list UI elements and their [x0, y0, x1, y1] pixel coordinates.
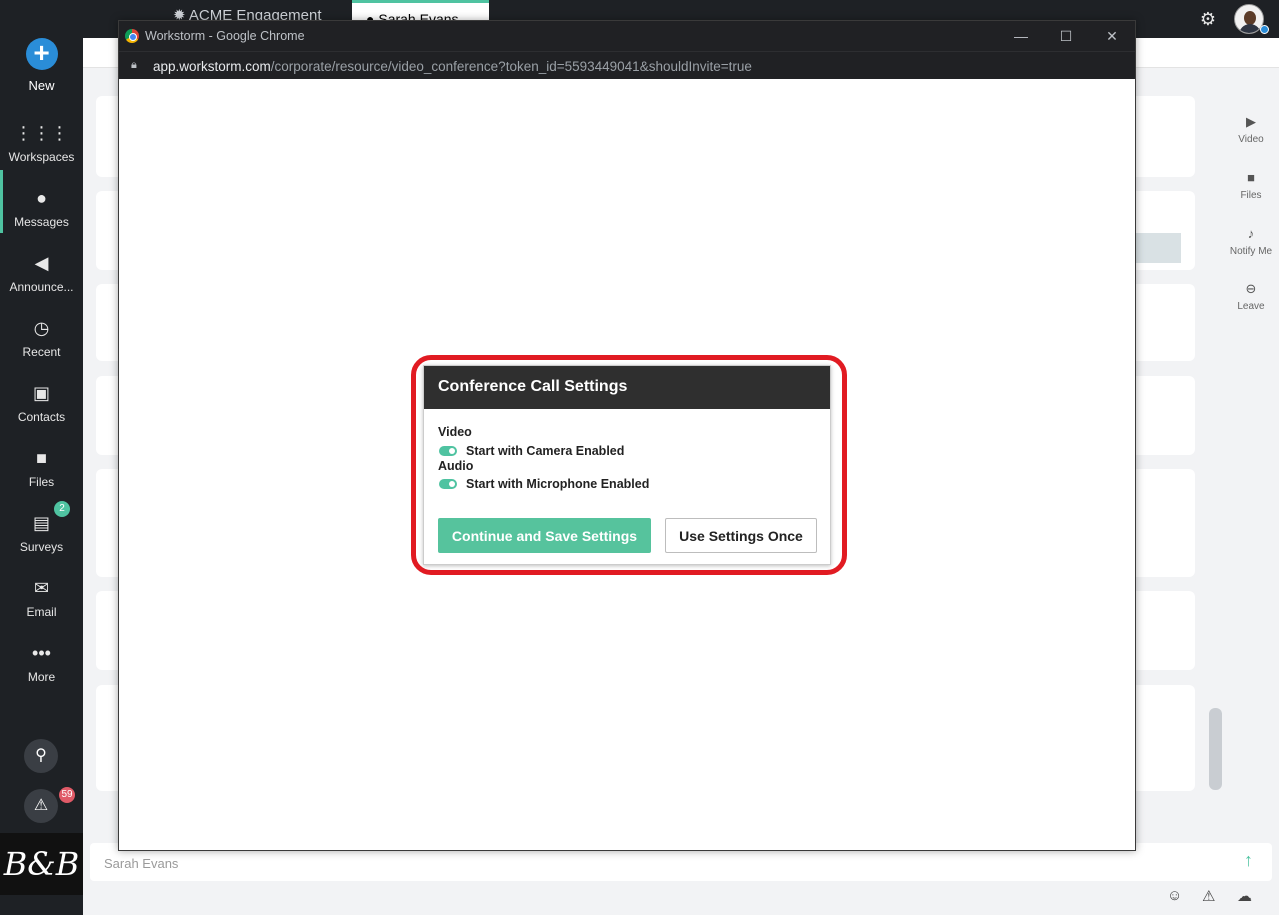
- chrome-logo-icon: [125, 29, 139, 43]
- url-host: app.workstorm.com: [153, 59, 271, 74]
- notify-label: Notify Me: [1229, 246, 1273, 257]
- sidebar-item-workspaces[interactable]: ⋮⋮⋮ Workspaces: [0, 122, 83, 164]
- sidebar-item-more[interactable]: ••• More: [0, 642, 83, 684]
- alerts-button[interactable]: ⚠: [24, 789, 58, 823]
- tab-conversation[interactable]: ● Sarah Evans: [352, 0, 489, 22]
- clipboard-icon: ▤: [32, 513, 50, 533]
- microphone-toggle-label: Start with Microphone Enabled: [466, 477, 650, 491]
- notify-me-button[interactable]: ♪ Notify Me: [1226, 226, 1276, 257]
- video-button[interactable]: ▶ Video: [1226, 114, 1276, 145]
- history-icon: ◷: [33, 318, 50, 338]
- sidebar-item-label: Recent: [22, 345, 61, 359]
- leave-label: Leave: [1237, 301, 1265, 312]
- avatar-body: [1239, 24, 1261, 33]
- settings-gear-icon[interactable]: ⚙: [1197, 8, 1219, 30]
- leave-icon: ⊖: [1245, 281, 1257, 296]
- use-once-button[interactable]: Use Settings Once: [665, 518, 817, 553]
- alerts-badge: 59: [59, 787, 75, 803]
- ellipsis-icon: •••: [32, 643, 51, 663]
- maximize-icon[interactable]: ☐: [1056, 25, 1076, 47]
- video-camera-icon: ▶: [1246, 114, 1256, 129]
- warning-icon: ⚠: [33, 797, 49, 814]
- status-dot: [1260, 25, 1269, 34]
- microphone-toggle[interactable]: [439, 479, 457, 489]
- lock-icon: 🔒︎: [131, 59, 137, 71]
- address-bar[interactable]: 🔒︎ app.workstorm.com/corporate/resource/…: [119, 51, 1135, 79]
- search-button[interactable]: ⚲: [24, 739, 58, 773]
- send-arrow-icon[interactable]: ↑: [1244, 850, 1253, 871]
- minimize-icon[interactable]: —: [1011, 25, 1031, 47]
- envelope-icon: ✉: [33, 578, 50, 598]
- plus-icon: +: [25, 38, 58, 70]
- conference-settings-dialog: Conference Call Settings Video Start wit…: [423, 365, 831, 565]
- emoji-icon[interactable]: ☺: [1167, 887, 1182, 904]
- files-label: Files: [1240, 190, 1262, 201]
- grid-icon: ⋮⋮⋮: [14, 123, 69, 143]
- sidebar-item-label: Contacts: [17, 410, 66, 424]
- sidebar-item-messages[interactable]: ● Messages: [0, 187, 83, 229]
- new-label: New: [28, 78, 55, 93]
- url-text[interactable]: app.workstorm.com/corporate/resource/vid…: [153, 59, 752, 74]
- sidebar-item-surveys[interactable]: ▤ Surveys: [0, 512, 83, 554]
- attachment-preview: [1136, 233, 1181, 263]
- close-icon[interactable]: ✕: [1102, 25, 1122, 47]
- megaphone-icon: ◀: [34, 253, 49, 273]
- composer-placeholder: Sarah Evans: [104, 856, 179, 871]
- avatar-face: [1244, 11, 1256, 25]
- sidebar-item-label: Email: [26, 605, 57, 619]
- folder-icon: ■: [36, 448, 47, 468]
- sidebar-item-label: Surveys: [19, 540, 64, 554]
- bell-icon: ♪: [1247, 226, 1255, 241]
- files-button[interactable]: ■ Files: [1226, 170, 1276, 201]
- chrome-title-bar: Workstorm - Google Chrome — ☐ ✕: [119, 21, 1135, 51]
- sidebar-item-label: Announce...: [9, 280, 74, 294]
- leave-button[interactable]: ⊖ Leave: [1226, 281, 1276, 312]
- sidebar-item-label: Messages: [14, 215, 69, 229]
- continue-save-button[interactable]: Continue and Save Settings: [438, 518, 651, 553]
- left-sidebar: + New ⋮⋮⋮ Workspaces ● Messages ◀ Announ…: [0, 0, 83, 915]
- scrollbar-thumb[interactable]: [1209, 708, 1222, 790]
- company-logo: B&B: [0, 833, 83, 895]
- new-button[interactable]: + New: [0, 38, 83, 93]
- sidebar-item-label: More: [27, 670, 56, 684]
- sidebar-item-announcements[interactable]: ◀ Announce...: [0, 252, 83, 294]
- sidebar-item-label: Workspaces: [8, 150, 75, 164]
- sidebar-item-files[interactable]: ■ Files: [0, 447, 83, 489]
- audio-section-heading: Audio: [438, 459, 474, 473]
- sidebar-item-label: Files: [28, 475, 55, 489]
- folder-icon: ■: [1247, 170, 1255, 185]
- sidebar-item-email[interactable]: ✉ Email: [0, 577, 83, 619]
- upload-cloud-icon[interactable]: ☁: [1237, 887, 1252, 905]
- video-label: Video: [1238, 134, 1264, 145]
- chat-icon: ●: [36, 188, 47, 208]
- dialog-header: Conference Call Settings: [424, 366, 830, 409]
- contacts-icon: ▣: [32, 383, 50, 403]
- sidebar-item-recent[interactable]: ◷ Recent: [0, 317, 83, 359]
- video-section-heading: Video: [438, 425, 472, 439]
- window-title: Workstorm - Google Chrome: [145, 29, 305, 43]
- url-path: /corporate/resource/video_conference?tok…: [270, 59, 752, 74]
- sidebar-item-contacts[interactable]: ▣ Contacts: [0, 382, 83, 424]
- surveys-badge: 2: [54, 501, 70, 517]
- dialog-title: Conference Call Settings: [438, 378, 628, 395]
- warning-icon[interactable]: ⚠: [1202, 887, 1215, 905]
- search-icon: ⚲: [35, 747, 47, 764]
- camera-toggle-label: Start with Camera Enabled: [466, 444, 625, 458]
- camera-toggle[interactable]: [439, 446, 457, 456]
